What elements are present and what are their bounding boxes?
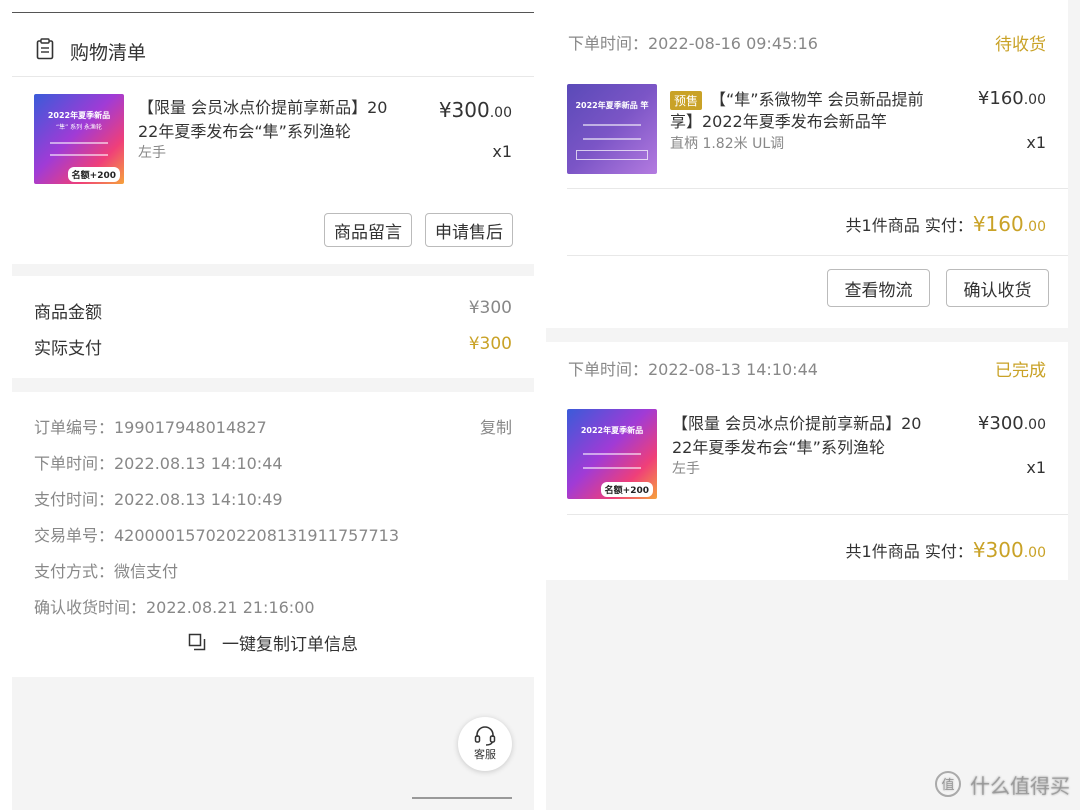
- total-decimal: .00: [1023, 545, 1046, 561]
- bottom-edge: [412, 797, 512, 799]
- product-price: ¥300.00: [978, 413, 1046, 434]
- copy-order-number-button[interactable]: 复制: [480, 414, 512, 438]
- order-card[interactable]: 下单时间：2022-08-13 14:10:44 已完成 2022年夏季新品 名…: [546, 342, 1068, 580]
- thumb-title: 2022年夏季新品: [47, 111, 111, 120]
- copy-all-button[interactable]: 一键复制订单信息: [188, 631, 358, 655]
- product-name-text: 【“隼”系微物竿 会员新品提前: [710, 90, 924, 109]
- summary-label: 共1件商品 实付：: [845, 216, 973, 235]
- confirm-receipt-time: 确认收货时间：2022.08.21 21:16:00: [34, 598, 315, 617]
- bottom-area: [12, 677, 534, 810]
- product-name-line2[interactable]: 22年夏季发布会“隼”系列渔轮: [672, 434, 885, 458]
- pay-time: 支付时间：2022.08.13 14:10:49: [34, 490, 283, 509]
- copy-icon: [188, 633, 206, 651]
- watermark: 值 什么值得买: [934, 768, 1070, 800]
- order-summary: 共1件商品 实付：¥300.00: [846, 538, 1046, 562]
- product-qty: x1: [1026, 133, 1046, 152]
- product-qty: x1: [492, 142, 512, 161]
- section-title: 购物清单: [70, 42, 147, 64]
- product-variant: 直柄 1.82米 UL调: [670, 136, 785, 152]
- order-time: 下单时间：2022.08.13 14:10:44: [34, 454, 283, 473]
- aftersale-button[interactable]: 申请售后: [425, 213, 513, 247]
- customer-service-label: 客服: [474, 748, 496, 761]
- paid-amount-label: 实际支付: [34, 339, 102, 359]
- order-info-card: 订单编号：199017948014827 复制 下单时间：2022.08.13 …: [12, 392, 534, 677]
- amount-card: 商品金额 ¥300 实际支付 ¥300: [12, 276, 534, 378]
- order-time: 下单时间：2022-08-13 14:10:44: [568, 360, 818, 379]
- watermark-logo-icon: 值: [935, 771, 961, 797]
- order-number: 订单编号：199017948014827: [34, 418, 267, 437]
- order-summary: 共1件商品 实付：¥160.00: [846, 212, 1046, 236]
- view-logistics-button[interactable]: 查看物流: [827, 269, 930, 307]
- trade-number: 交易单号：4200001570202208131911757713: [34, 526, 400, 545]
- order-card[interactable]: 下单时间：2022-08-16 09:45:16 待收货 2022年夏季新品 竿…: [546, 0, 1068, 328]
- product-thumbnail[interactable]: 2022年夏季新品 竿: [567, 84, 657, 174]
- goods-amount-value: ¥300: [468, 298, 512, 318]
- product-name-line1[interactable]: 预售 【“隼”系微物竿 会员新品提前: [670, 86, 924, 110]
- confirm-receipt-button[interactable]: 确认收货: [946, 269, 1049, 307]
- paid-amount-value: ¥300: [468, 334, 512, 354]
- product-name-line2[interactable]: 22年夏季发布会“隼”系列渔轮: [138, 118, 351, 142]
- thumb-title: 2022年夏季新品: [580, 426, 644, 435]
- total-integer: ¥160: [972, 212, 1024, 236]
- watermark-text: 什么值得买: [970, 773, 1070, 798]
- clipboard-icon: [36, 38, 54, 60]
- order-status: 已完成: [995, 361, 1046, 381]
- product-price: ¥300.00: [439, 98, 512, 122]
- total-decimal: .00: [1023, 219, 1046, 235]
- price-decimal: .00: [1023, 417, 1046, 433]
- product-name-line2[interactable]: 享】2022年夏季发布会新品竿: [670, 108, 887, 132]
- order-list-panel: 下单时间：2022-08-16 09:45:16 待收货 2022年夏季新品 竿…: [546, 0, 1080, 810]
- copy-all-label: 一键复制订单信息: [222, 634, 358, 655]
- customer-service-button[interactable]: 客服: [458, 717, 512, 771]
- price-integer: ¥300: [438, 98, 490, 122]
- price-integer: ¥300: [977, 413, 1024, 434]
- top-divider: [12, 12, 534, 13]
- product-variant: 左手: [672, 461, 700, 477]
- product-thumbnail[interactable]: 2022年夏季新品 “隼” 系列 永渔轮 名额+200: [34, 94, 124, 184]
- product-name-line1[interactable]: 【限量 会员冰点价提前享新品】20: [672, 410, 921, 434]
- panel-gap: [534, 0, 546, 810]
- order-detail-panel: 购物清单 2022年夏季新品 “隼” 系列 永渔轮 名额+200 【限量 会员冰…: [0, 0, 534, 810]
- headset-icon: [474, 726, 496, 746]
- summary-label: 共1件商品 实付：: [845, 542, 973, 561]
- divider: [567, 255, 1068, 256]
- message-button[interactable]: 商品留言: [324, 213, 412, 247]
- thumb-subtitle: “隼” 系列 永渔轮: [55, 124, 103, 131]
- price-decimal: .00: [489, 105, 512, 121]
- price-decimal: .00: [1023, 92, 1046, 108]
- product-price: ¥160.00: [978, 88, 1046, 109]
- divider: [567, 188, 1068, 189]
- total-integer: ¥300: [972, 538, 1024, 562]
- thumb-badge: 名额+200: [600, 482, 653, 497]
- divider: [567, 514, 1068, 515]
- goods-amount-label: 商品金额: [34, 303, 102, 323]
- spacer: [12, 264, 534, 276]
- thumb-title: 2022年夏季新品 竿: [575, 101, 649, 110]
- divider: [12, 76, 534, 77]
- shopping-list-card: 购物清单 2022年夏季新品 “隼” 系列 永渔轮 名额+200 【限量 会员冰…: [12, 24, 534, 264]
- thumb-badge: 名额+200: [67, 167, 120, 182]
- svg-text:值: 值: [941, 777, 954, 793]
- product-name-line1[interactable]: 【限量 会员冰点价提前享新品】20: [138, 94, 387, 118]
- order-time: 下单时间：2022-08-16 09:45:16: [568, 34, 818, 53]
- spacer: [12, 378, 534, 392]
- product-variant: 左手: [138, 145, 166, 161]
- price-integer: ¥160: [977, 88, 1024, 109]
- order-status: 待收货: [995, 35, 1046, 55]
- pay-method: 支付方式：微信支付: [34, 562, 179, 581]
- product-thumbnail[interactable]: 2022年夏季新品 名额+200: [567, 409, 657, 499]
- product-qty: x1: [1026, 458, 1046, 477]
